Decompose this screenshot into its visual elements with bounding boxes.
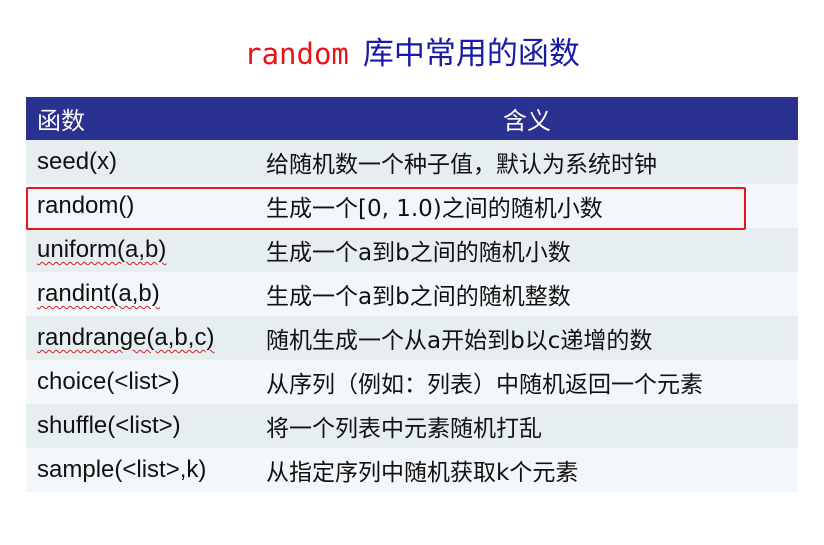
page-title: random 库中常用的函数 bbox=[0, 28, 824, 73]
function-name: uniform(a,b) bbox=[26, 236, 266, 264]
table-row: uniform(a,b) 生成一个a到b之间的随机小数 bbox=[26, 228, 798, 272]
table-header: 函数 含义 bbox=[26, 97, 798, 140]
title-text: 库中常用的函数 bbox=[362, 36, 580, 72]
function-meaning: 随机生成一个从a开始到b以c递增的数 bbox=[266, 328, 653, 354]
function-meaning: 给随机数一个种子值，默认为系统时钟 bbox=[266, 152, 657, 178]
function-name: random() bbox=[37, 192, 135, 219]
table-body: seed(x) 给随机数一个种子值，默认为系统时钟 random() 生成一个[… bbox=[26, 140, 798, 492]
function-name: choice(<list>) bbox=[37, 368, 180, 395]
function-meaning: 生成一个a到b之间的随机整数 bbox=[266, 284, 571, 310]
function-meaning: 生成一个a到b之间的随机小数 bbox=[266, 240, 571, 266]
table-row: shuffle(<list>) 将一个列表中元素随机打乱 bbox=[26, 404, 798, 448]
function-name: randint(a,b) bbox=[26, 280, 266, 308]
function-name: randrange(a,b,c) bbox=[26, 324, 266, 352]
function-name-text: randrange(a,b,c) bbox=[37, 324, 215, 351]
function-meaning: 从指定序列中随机获取k个元素 bbox=[266, 460, 579, 486]
functions-table: 函数 含义 seed(x) 给随机数一个种子值，默认为系统时钟 random()… bbox=[26, 97, 798, 492]
table-row: sample(<list>,k) 从指定序列中随机获取k个元素 bbox=[26, 448, 798, 492]
table-row: randrange(a,b,c) 随机生成一个从a开始到b以c递增的数 bbox=[26, 316, 798, 360]
table-row: randint(a,b) 生成一个a到b之间的随机整数 bbox=[26, 272, 798, 316]
table-row: random() 生成一个[0, 1.0)之间的随机小数 bbox=[26, 184, 798, 228]
function-name: sample(<list>,k) bbox=[37, 456, 207, 483]
function-name: shuffle(<list>) bbox=[37, 412, 181, 439]
table-row: choice(<list>) 从序列（例如：列表）中随机返回一个元素 bbox=[26, 360, 798, 404]
table-row: seed(x) 给随机数一个种子值，默认为系统时钟 bbox=[26, 140, 798, 184]
function-name: seed(x) bbox=[37, 148, 118, 175]
header-function: 函数 bbox=[37, 107, 85, 135]
title-module-name: random bbox=[244, 37, 349, 71]
function-meaning: 将一个列表中元素随机打乱 bbox=[266, 416, 542, 442]
function-meaning: 从序列（例如：列表）中随机返回一个元素 bbox=[266, 372, 703, 398]
function-meaning: 生成一个[0, 1.0)之间的随机小数 bbox=[266, 196, 603, 222]
header-meaning: 含义 bbox=[503, 107, 551, 135]
function-name-text: randint(a,b) bbox=[37, 280, 160, 307]
function-name-text: uniform(a,b) bbox=[37, 236, 167, 263]
